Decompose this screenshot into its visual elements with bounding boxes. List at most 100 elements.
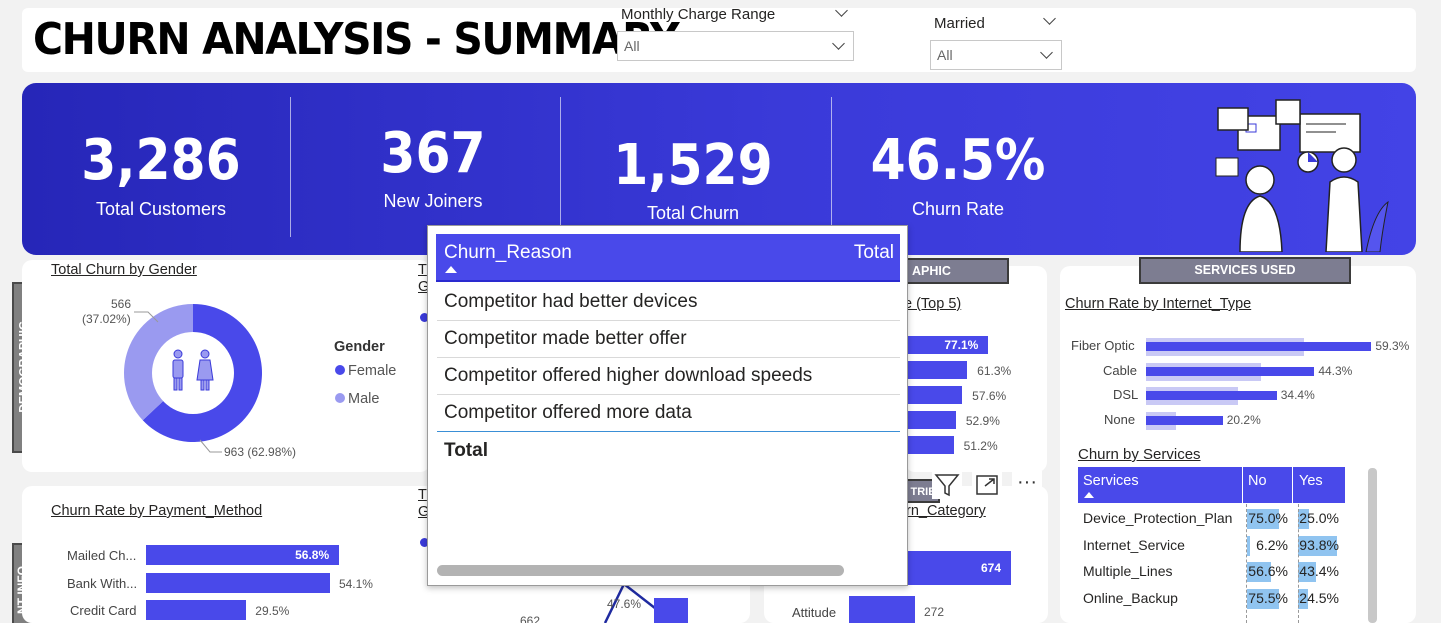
yes-value: 93.8%: [1299, 536, 1339, 553]
page-title: CHURN ANALYSIS - SUMMARY: [33, 14, 680, 65]
internet-type-chart-title: Churn Rate by Internet_Type: [1065, 296, 1252, 312]
internet-type-label: Fiber Optic: [1071, 338, 1135, 353]
legend-label-female: Female: [348, 363, 397, 379]
filter-button[interactable]: [932, 471, 962, 499]
internet-type-bar[interactable]: [1146, 415, 1223, 425]
gender-chart-title: Total Churn by Gender: [51, 262, 197, 278]
male-slice-value: 566: [111, 297, 132, 311]
female-slice-label: 963 (62.98%): [224, 445, 297, 459]
focus-mode-button[interactable]: [972, 471, 1002, 499]
churn-category-value: 272: [924, 605, 945, 619]
internet-type-bar[interactable]: [1146, 342, 1372, 351]
internet-bar-label: 44.3%: [1318, 363, 1353, 378]
internet-type-bar[interactable]: [1146, 391, 1277, 400]
no-column-header[interactable]: No: [1248, 473, 1267, 489]
internet-type-label: None: [1104, 411, 1136, 427]
chevron-down-icon[interactable]: [835, 4, 848, 18]
legend-item-female[interactable]: Female: [335, 363, 396, 379]
line-data-label: 47.6%: [607, 597, 642, 611]
services-table-header: Services No Yes: [1078, 467, 1345, 503]
service-name: Multiple_Lines: [1083, 563, 1173, 579]
tooltip-row[interactable]: Competitor had better devices: [437, 284, 900, 321]
payment-method-bar[interactable]: [146, 600, 247, 620]
churn-category-label: Attitude: [792, 605, 837, 620]
internet-bar-label: 20.2%: [1226, 412, 1261, 427]
churn-category-title: rn_Category: [906, 503, 986, 519]
age-bar[interactable]: [905, 436, 954, 454]
yes-column-header[interactable]: Yes: [1299, 473, 1323, 489]
payment-method-label: Credit Card: [70, 603, 137, 618]
tooltip-row[interactable]: Competitor made better offer: [437, 321, 900, 358]
services-table-scrollbar[interactable]: [1368, 468, 1377, 623]
married-dropdown[interactable]: All: [930, 40, 1062, 70]
total-churn-label: Total Churn: [646, 203, 740, 223]
kpi-divider: [290, 97, 291, 237]
service-name: Online_Backup: [1083, 589, 1178, 606]
donut-leader-lines: [134, 311, 222, 453]
monthly-charge-slicer-label: Monthly Charge Range: [621, 6, 776, 23]
payment-bar-label: 29.5%: [255, 604, 290, 618]
churn-rate-value: 46.5%: [870, 128, 1046, 193]
hidden-chart-title-fragment: T: [418, 262, 427, 278]
no-value: 56.6%: [1248, 563, 1288, 579]
internet-type-bar[interactable]: [1146, 366, 1315, 376]
services-used-button[interactable]: SERVICES USED: [1139, 257, 1351, 284]
payment-bar-label: 56.8%: [295, 548, 330, 562]
churn-category-bar[interactable]: [849, 596, 915, 623]
column-divider: [1242, 467, 1243, 503]
payment-bar-label: 54.1%: [338, 576, 373, 591]
bar-data-label: 662: [520, 614, 541, 623]
chevron-down-icon[interactable]: [1043, 12, 1056, 26]
total-customers-value: 3,286: [81, 128, 241, 193]
more-options-button[interactable]: ···: [1012, 471, 1042, 499]
no-value: 75.0%: [1248, 510, 1288, 526]
people-analytics-illustration: [1215, 99, 1389, 252]
age-bar-label: 52.9%: [965, 414, 1000, 428]
churn-by-services-title: Churn by Services: [1078, 446, 1201, 463]
tooltip-row[interactable]: Competitor offered more data: [437, 395, 900, 432]
married-slicer-label: Married: [934, 15, 985, 32]
chevron-down-icon: [1040, 46, 1053, 59]
total-churn-value: 1,529: [613, 133, 773, 198]
age-chart-title: e (Top 5): [904, 296, 962, 312]
internet-type-label: DSL: [1113, 387, 1139, 402]
male-legend-dot: [335, 393, 345, 403]
age-bar[interactable]: [905, 411, 956, 429]
total-column-header[interactable]: Total: [854, 242, 894, 264]
focus-mode-icon: [976, 475, 998, 495]
tooltip-row[interactable]: Competitor offered higher download speed…: [437, 358, 900, 395]
services-column-header[interactable]: Services: [1083, 473, 1139, 489]
female-legend-dot: [335, 365, 345, 375]
payment-method-bar[interactable]: [146, 572, 330, 593]
hidden-chart-title-fragment: T: [418, 487, 427, 503]
column-guide: [1246, 504, 1247, 623]
age-bar-label: 57.6%: [972, 389, 1007, 403]
churn-reason-tooltip: Churn_Reason Total Competitor had better…: [427, 225, 908, 586]
service-name: Internet_Service: [1083, 536, 1185, 553]
age-bar[interactable]: [905, 386, 963, 404]
monthly-charge-value: All: [624, 38, 640, 54]
churn-rate-label: Churn Rate: [911, 199, 1005, 219]
internet-type-label: Cable: [1103, 362, 1137, 378]
age-bar-label: 51.2%: [963, 439, 998, 453]
new-joiners-value: 367: [380, 121, 486, 186]
no-value: 75.5%: [1248, 589, 1288, 606]
chevron-down-icon: [832, 37, 845, 50]
churn-category-value: 674: [981, 561, 1002, 575]
payment-method-label: Mailed Ch...: [67, 548, 137, 563]
demographic-section-button[interactable]: APHIC: [906, 258, 1009, 284]
gender-legend-title: Gender: [334, 339, 385, 355]
tooltip-header: Churn_Reason Total: [436, 234, 900, 282]
legend-item-male[interactable]: Male: [335, 391, 379, 407]
churn-reason-column-header[interactable]: Churn_Reason: [444, 242, 572, 264]
service-name: Device_Protection_Plan: [1083, 510, 1233, 526]
column-divider: [1292, 467, 1293, 503]
internet-bar-label: 34.4%: [1280, 388, 1315, 402]
age-bar[interactable]: [905, 361, 968, 379]
yes-value: 24.5%: [1299, 589, 1339, 606]
new-joiners-label: New Joiners: [383, 191, 483, 211]
yes-value: 43.4%: [1299, 563, 1339, 579]
internet-bar-label: 59.3%: [1375, 339, 1410, 353]
monthly-charge-dropdown[interactable]: All: [617, 31, 854, 61]
tooltip-horizontal-scrollbar[interactable]: [437, 565, 844, 576]
